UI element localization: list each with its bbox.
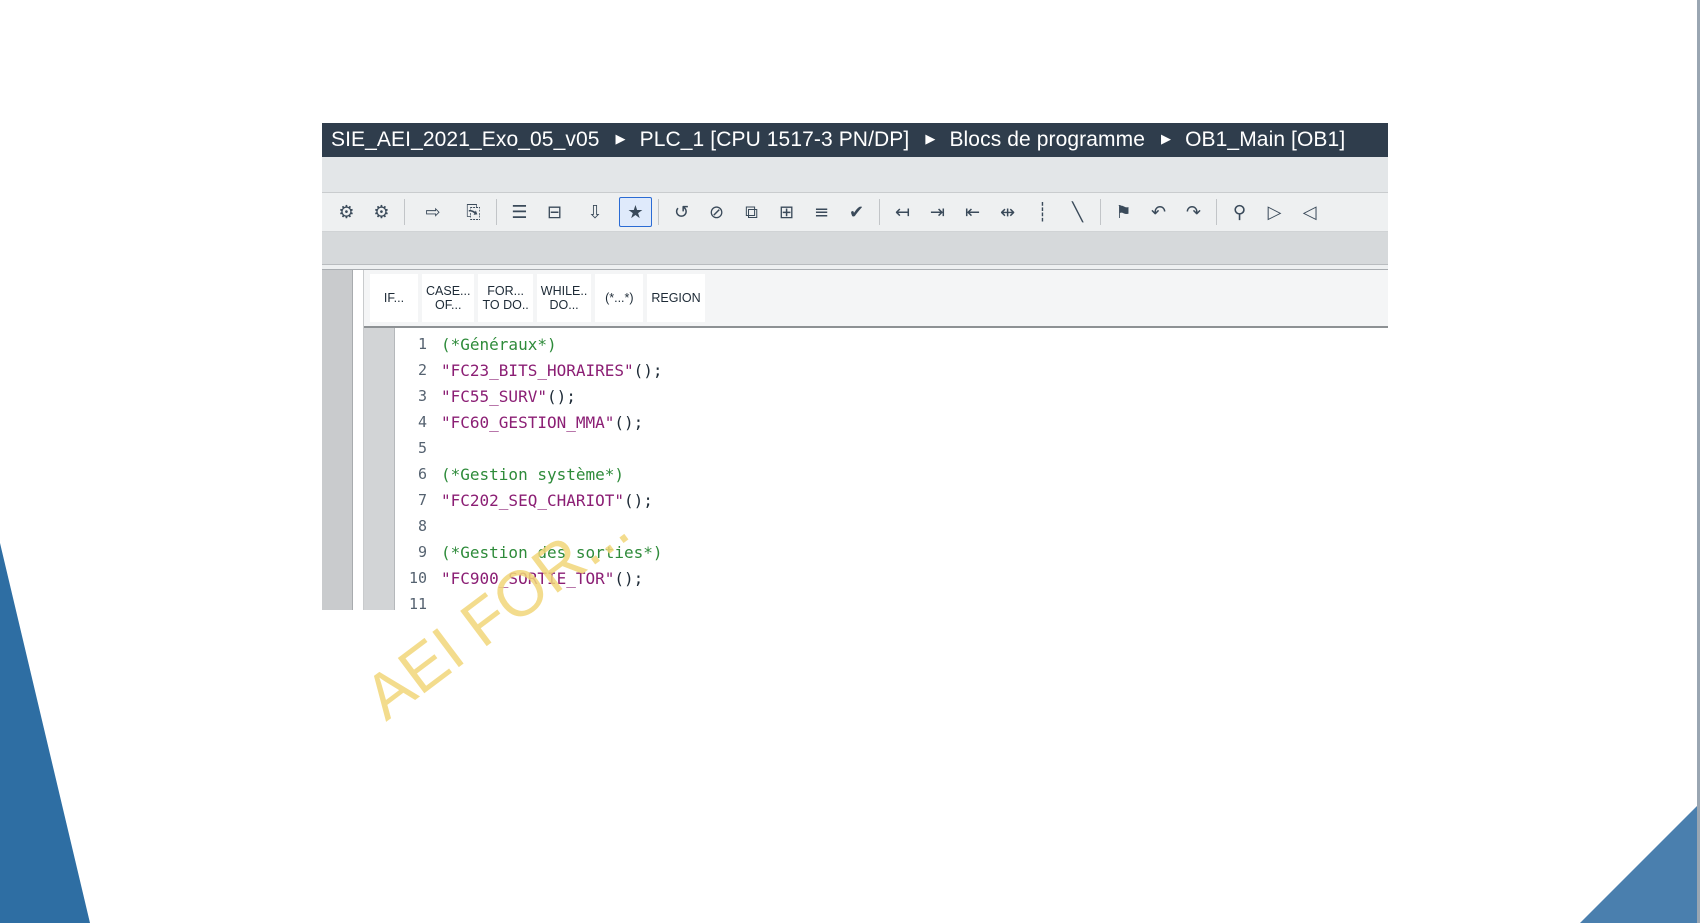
- list-icon[interactable]: ≡: [805, 197, 838, 227]
- breadcrumb-ob1[interactable]: OB1_Main [OB1]: [1185, 128, 1345, 152]
- prev-bookmark-icon[interactable]: ↶: [1142, 197, 1175, 227]
- snippet-button[interactable]: WHILE.. DO...: [536, 274, 592, 322]
- uncomment-icon[interactable]: ╲: [1061, 197, 1094, 227]
- monitor-off-icon[interactable]: ◁: [1293, 197, 1326, 227]
- monitor-icon[interactable]: ⎘: [457, 197, 490, 227]
- comment-icon[interactable]: ┊: [1026, 197, 1059, 227]
- compile-download-icon[interactable]: ⇩: [573, 197, 617, 227]
- next-bookmark-icon[interactable]: ↷: [1177, 197, 1210, 227]
- code-line[interactable]: 4 "FC60_GESTION_MMA" ();: [395, 409, 663, 435]
- check-icon[interactable]: ✔: [840, 197, 873, 227]
- paste-icon[interactable]: ⊞: [770, 197, 803, 227]
- snippet-button[interactable]: FOR... TO DO..: [478, 274, 533, 322]
- line-number: 1: [417, 335, 427, 353]
- toolbar-separator: [404, 199, 405, 225]
- code-line[interactable]: 1 (*Généraux*): [395, 331, 663, 357]
- tab-strip: [322, 157, 1388, 193]
- code-line[interactable]: 5: [395, 435, 663, 461]
- code-line[interactable]: 6 (*Gestion système*): [395, 461, 663, 487]
- code-line[interactable]: 7 "FC202_SEQ_CHARIOT" ();: [395, 487, 663, 513]
- editor-left-border: [353, 270, 364, 610]
- line-number: 8: [417, 517, 427, 535]
- insert-network-icon[interactable]: ⚙: [330, 197, 363, 227]
- code-block-call: "FC55_SURV": [441, 386, 547, 406]
- code-block-call: "FC60_GESTION_MMA": [441, 412, 615, 432]
- snippet-button[interactable]: REGION: [647, 274, 705, 322]
- breadcrumb: SIE_AEI_2021_Exo_05_v05 ▶ PLC_1 [CPU 151…: [322, 123, 1388, 157]
- line-number: 9: [417, 543, 427, 561]
- decorative-right-shape: [1580, 803, 1700, 923]
- code-block-call: "FC23_BITS_HORAIRES": [441, 360, 634, 380]
- breadcrumb-separator-icon: ▶: [925, 131, 936, 146]
- find-icon[interactable]: ⚲: [1223, 197, 1256, 227]
- line-number: 7: [417, 491, 427, 509]
- interface-bar: [322, 232, 1388, 265]
- go-to-icon[interactable]: ↤: [886, 197, 919, 227]
- clear-breakpoint-icon[interactable]: ⊘: [700, 197, 733, 227]
- code-punctuation: ();: [633, 360, 663, 380]
- highlight-icon[interactable]: ★: [619, 197, 652, 227]
- toolbar-separator: [1100, 199, 1101, 225]
- scl-editor: IF... CASE... OF... FOR... TO DO.. WHILE.. …: [322, 270, 1388, 613]
- tia-portal-screenshot: SIE_AEI_2021_Exo_05_v05 ▶ PLC_1 [CPU 151…: [322, 123, 1388, 618]
- snippet-button[interactable]: (*...*): [595, 274, 644, 322]
- line-number: 10: [408, 569, 427, 587]
- code-punctuation: ();: [614, 412, 644, 432]
- code-comment: (*Gestion système*): [441, 464, 625, 484]
- toolbar-separator: [496, 199, 497, 225]
- align-icon[interactable]: ⇹: [991, 197, 1024, 227]
- copy-icon[interactable]: ⧉: [735, 197, 768, 227]
- indent-less-icon[interactable]: ⇤: [956, 197, 989, 227]
- snippet-button[interactable]: IF...: [370, 274, 418, 322]
- code-punctuation: ();: [624, 490, 653, 510]
- monitor-on-icon[interactable]: ▷: [1258, 197, 1291, 227]
- line-number: 2: [417, 361, 427, 379]
- delete-network-icon[interactable]: ⚙: [365, 197, 398, 227]
- code-punctuation: ();: [546, 386, 576, 406]
- breadcrumb-separator-icon: ▶: [615, 131, 626, 146]
- toolbar-separator: [658, 199, 659, 225]
- line-number: 5: [417, 439, 427, 457]
- line-number: 3: [417, 387, 427, 405]
- outdent-icon[interactable]: ⊟: [538, 197, 571, 227]
- toolbar-separator: [879, 199, 880, 225]
- line-number: 4: [417, 413, 427, 431]
- code-line[interactable]: 3 "FC55_SURV" ();: [395, 383, 663, 409]
- breadcrumb-plc[interactable]: PLC_1 [CPU 1517-3 PN/DP]: [640, 128, 910, 152]
- decorative-left-shape: [0, 543, 90, 923]
- line-number: 6: [417, 465, 427, 483]
- indent-more-icon[interactable]: ⇥: [921, 197, 954, 227]
- editor-toolbar: ⚙ ⚙ ⇨ ⎘ ☰ ⊟ ⇩ ★ ↺ ⊘ ⧉ ⊞ ≡ ✔ ↤ ⇥ ⇤ ⇹ ┊ ╲ ⚑ ↶ ↷ ⚲ ▷ ◁: [322, 193, 1388, 232]
- instruction-snippets-bar: IF... CASE... OF... FOR... TO DO.. WHILE.. …: [364, 270, 1388, 328]
- breadcrumb-project[interactable]: SIE_AEI_2021_Exo_05_v05: [331, 128, 600, 152]
- snippet-button[interactable]: CASE... OF...: [422, 274, 475, 322]
- code-gutter: [364, 328, 395, 610]
- delete-bookmark-icon[interactable]: ↺: [665, 197, 698, 227]
- editor-left-margin: [322, 270, 353, 610]
- toolbar-separator: [1216, 199, 1217, 225]
- breadcrumb-separator-icon: ▶: [1161, 131, 1172, 146]
- code-comment: (*Généraux*): [441, 334, 557, 354]
- code-line[interactable]: 2 "FC23_BITS_HORAIRES" ();: [395, 357, 663, 383]
- bookmark-icon[interactable]: ⚑: [1107, 197, 1140, 227]
- breadcrumb-program-blocks[interactable]: Blocs de programme: [949, 128, 1145, 152]
- code-punctuation: ();: [614, 568, 644, 588]
- indent-icon[interactable]: ☰: [503, 197, 536, 227]
- download-to-device-icon[interactable]: ⇨: [411, 197, 455, 227]
